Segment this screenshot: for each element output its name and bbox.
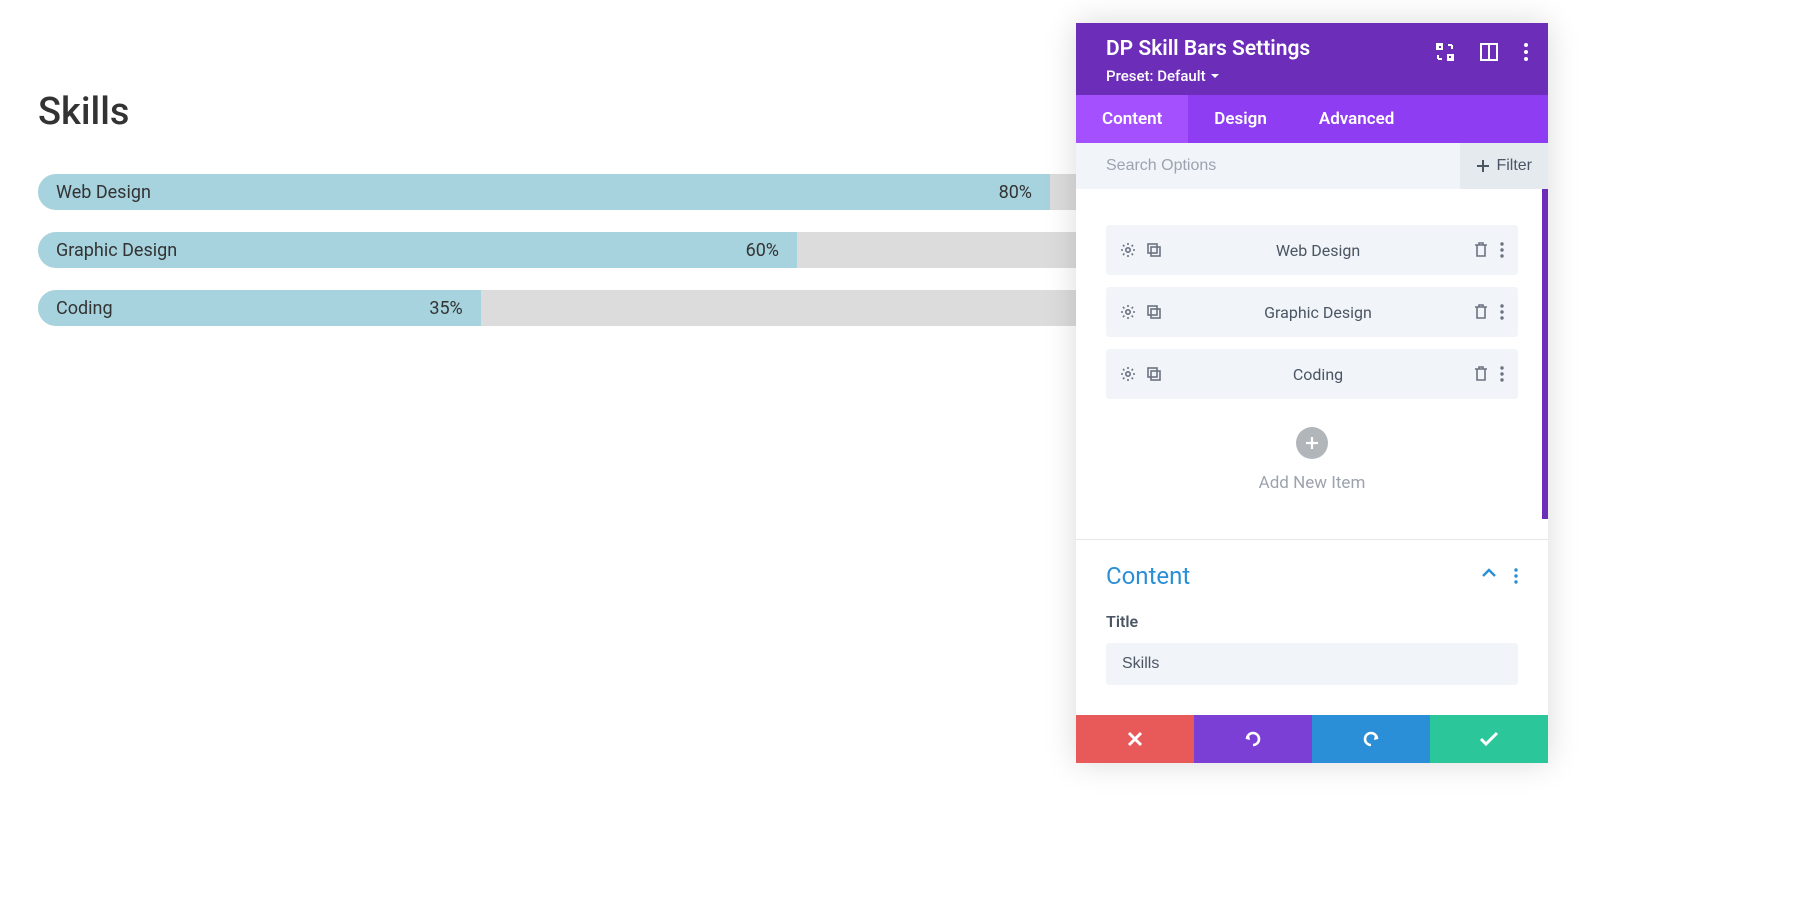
skill-percent: 80% bbox=[999, 182, 1032, 203]
item-left-icons bbox=[1120, 366, 1162, 382]
preset-selector[interactable]: Preset: Default bbox=[1106, 67, 1310, 85]
trash-icon[interactable] bbox=[1474, 304, 1488, 320]
undo-button[interactable] bbox=[1194, 715, 1312, 763]
content-section-title: Content bbox=[1106, 562, 1190, 590]
more-icon[interactable] bbox=[1500, 366, 1504, 382]
title-field-label: Title bbox=[1106, 612, 1518, 631]
skill-label: Graphic Design bbox=[56, 240, 177, 261]
add-button[interactable] bbox=[1296, 427, 1328, 459]
trash-icon[interactable] bbox=[1474, 366, 1488, 382]
check-icon bbox=[1479, 731, 1499, 747]
panel-title: DP Skill Bars Settings bbox=[1106, 37, 1310, 61]
panel-body: Web Design Graphic Design bbox=[1076, 189, 1548, 715]
preset-label: Preset: Default bbox=[1106, 67, 1206, 85]
item-row[interactable]: Web Design bbox=[1106, 225, 1518, 275]
item-right-icons bbox=[1474, 242, 1504, 258]
skill-percent: 35% bbox=[429, 298, 462, 319]
expand-icon[interactable] bbox=[1436, 43, 1454, 61]
snap-icon[interactable] bbox=[1480, 43, 1498, 61]
duplicate-icon[interactable] bbox=[1146, 304, 1162, 320]
item-left-icons bbox=[1120, 304, 1162, 320]
settings-panel: DP Skill Bars Settings Preset: Default C… bbox=[1076, 23, 1548, 763]
skills-title: Skills bbox=[38, 90, 1075, 134]
item-row[interactable]: Graphic Design bbox=[1106, 287, 1518, 337]
preview-area: Skills Web Design 80% Graphic Design 60%… bbox=[0, 0, 1075, 348]
undo-icon bbox=[1243, 730, 1263, 748]
item-label: Web Design bbox=[1162, 241, 1474, 260]
title-input[interactable] bbox=[1106, 643, 1518, 685]
more-icon[interactable] bbox=[1524, 43, 1528, 61]
tab-advanced[interactable]: Advanced bbox=[1293, 95, 1421, 143]
skill-label: Web Design bbox=[56, 182, 151, 203]
trash-icon[interactable] bbox=[1474, 242, 1488, 258]
item-right-icons bbox=[1474, 366, 1504, 382]
item-label: Graphic Design bbox=[1162, 303, 1474, 322]
more-icon[interactable] bbox=[1514, 568, 1518, 584]
skill-bar-fill: Web Design 80% bbox=[38, 174, 1050, 210]
filter-button[interactable]: Filter bbox=[1460, 143, 1548, 189]
gear-icon[interactable] bbox=[1120, 242, 1136, 258]
chevron-up-icon[interactable] bbox=[1482, 568, 1496, 584]
close-icon bbox=[1127, 731, 1143, 747]
item-label: Coding bbox=[1162, 365, 1474, 384]
more-icon[interactable] bbox=[1500, 304, 1504, 320]
skill-bar-fill: Coding 35% bbox=[38, 290, 481, 326]
filter-label: Filter bbox=[1496, 157, 1532, 175]
duplicate-icon[interactable] bbox=[1146, 366, 1162, 382]
skill-label: Coding bbox=[56, 298, 113, 319]
duplicate-icon[interactable] bbox=[1146, 242, 1162, 258]
cancel-button[interactable] bbox=[1076, 715, 1194, 763]
panel-tabs: Content Design Advanced bbox=[1076, 95, 1548, 143]
chevron-down-icon bbox=[1210, 71, 1220, 81]
search-row: Filter bbox=[1076, 143, 1548, 189]
content-section-header[interactable]: Content bbox=[1106, 562, 1518, 590]
item-left-icons bbox=[1120, 242, 1162, 258]
save-button[interactable] bbox=[1430, 715, 1548, 763]
search-input[interactable] bbox=[1076, 143, 1460, 189]
skill-percent: 60% bbox=[746, 240, 779, 261]
redo-icon bbox=[1361, 730, 1381, 748]
item-row[interactable]: Coding bbox=[1106, 349, 1518, 399]
tab-design[interactable]: Design bbox=[1188, 95, 1293, 143]
content-section: Content Title bbox=[1076, 540, 1548, 705]
add-new-label: Add New Item bbox=[1259, 473, 1366, 493]
content-header-icons bbox=[1482, 568, 1518, 584]
more-icon[interactable] bbox=[1500, 242, 1504, 258]
skill-bar-fill: Graphic Design 60% bbox=[38, 232, 797, 268]
items-section: Web Design Graphic Design bbox=[1076, 189, 1548, 539]
panel-header: DP Skill Bars Settings Preset: Default bbox=[1076, 23, 1548, 95]
scrollbar[interactable] bbox=[1542, 189, 1548, 519]
plus-icon bbox=[1305, 436, 1319, 450]
tab-content[interactable]: Content bbox=[1076, 95, 1188, 143]
plus-icon bbox=[1476, 159, 1490, 173]
panel-header-left: DP Skill Bars Settings Preset: Default bbox=[1106, 37, 1310, 85]
item-right-icons bbox=[1474, 304, 1504, 320]
add-new-item: Add New Item bbox=[1106, 411, 1518, 519]
panel-header-icons bbox=[1436, 37, 1528, 61]
gear-icon[interactable] bbox=[1120, 366, 1136, 382]
panel-footer bbox=[1076, 715, 1548, 763]
redo-button[interactable] bbox=[1312, 715, 1430, 763]
gear-icon[interactable] bbox=[1120, 304, 1136, 320]
